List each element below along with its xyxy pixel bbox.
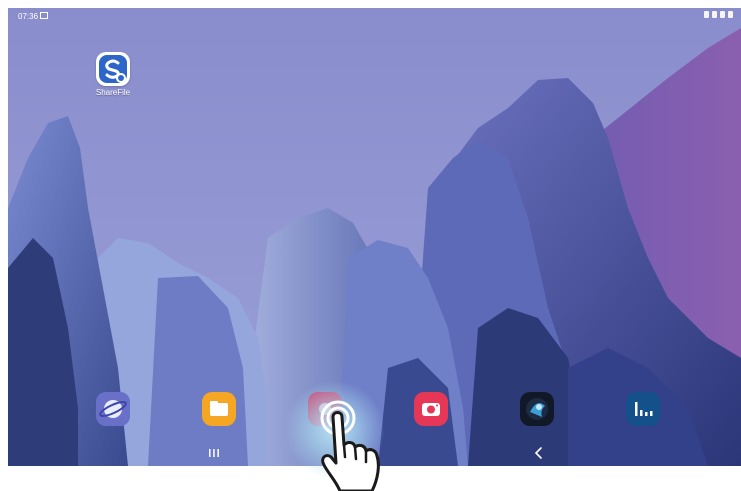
- status-bar: 07:36: [8, 8, 741, 26]
- back-button[interactable]: [532, 446, 546, 460]
- battery-icon: [728, 11, 733, 18]
- status-time: 07:36: [18, 12, 39, 21]
- analytics-app[interactable]: [626, 392, 660, 426]
- game-app[interactable]: [520, 392, 554, 426]
- internet-browser-icon: [96, 392, 130, 426]
- image-notification-icon: [40, 12, 48, 19]
- my-files-app[interactable]: [202, 392, 236, 426]
- tap-hand-icon: [320, 400, 380, 491]
- wifi-icon: [720, 11, 725, 18]
- sharefile-icon: [96, 52, 130, 86]
- sharefile-app[interactable]: ShareFile: [90, 52, 136, 97]
- sharefile-label: ShareFile: [95, 88, 131, 97]
- internet-browser-app[interactable]: [96, 392, 130, 426]
- status-icons: [704, 11, 733, 18]
- recent-apps-button[interactable]: [206, 448, 222, 458]
- bluetooth-icon: [712, 11, 717, 18]
- game-icon: [520, 392, 554, 426]
- sync-icon: [704, 11, 709, 18]
- camera-app[interactable]: [414, 392, 448, 426]
- analytics-icon: [626, 392, 660, 426]
- my-files-icon: [202, 392, 236, 426]
- camera-icon: [414, 392, 448, 426]
